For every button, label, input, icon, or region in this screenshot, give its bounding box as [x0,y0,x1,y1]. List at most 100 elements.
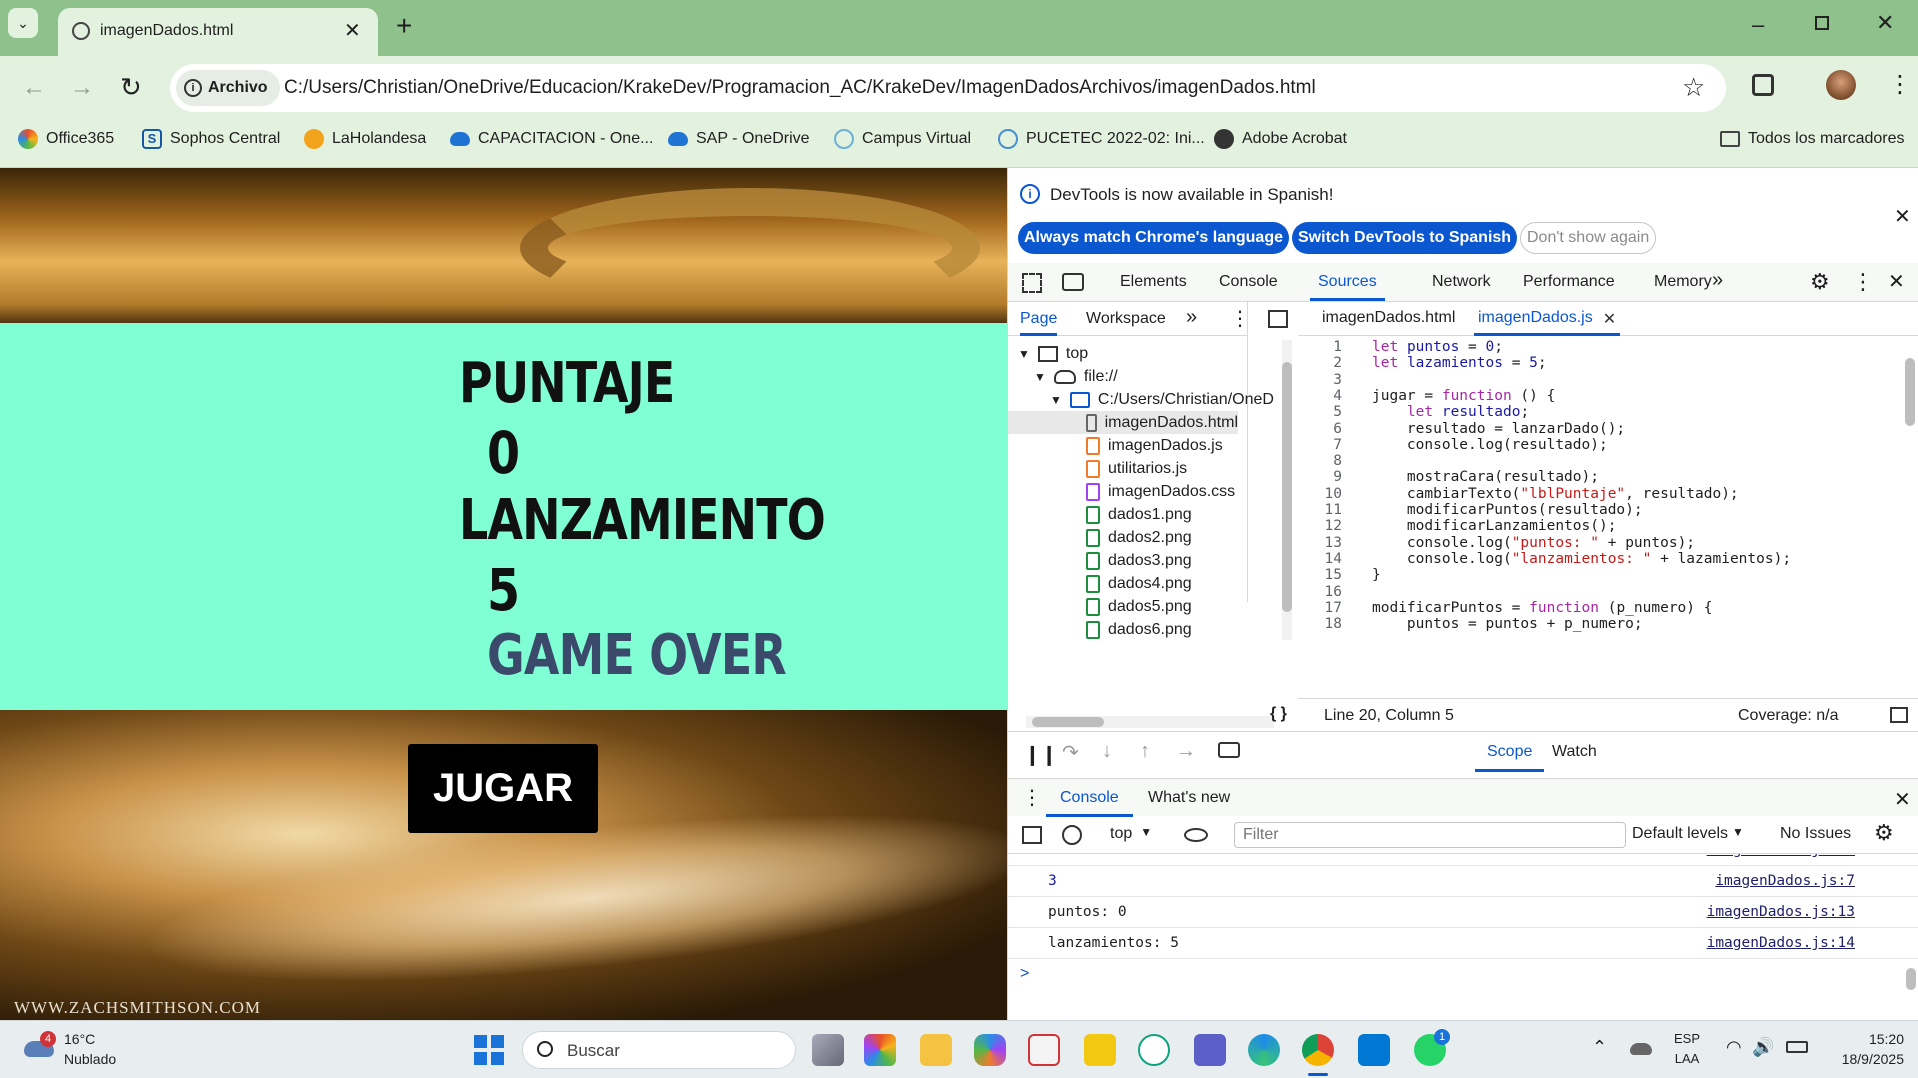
file-explorer-icon[interactable] [920,1034,952,1066]
bookmark-sap[interactable]: SAP - OneDrive [668,119,810,159]
pause-icon[interactable]: ❙❙ [1024,742,1058,767]
code-line[interactable]: 11 modificarPuntos(resultado); [1298,502,1898,518]
code-line[interactable]: 18 puntos = puntos + p_numero; [1298,616,1898,632]
line-number[interactable]: 3 [1298,372,1342,388]
editor-scrollbar[interactable] [1902,340,1918,696]
tree-file-dados1[interactable]: dados1.png [1086,503,1192,526]
code-line[interactable]: 17 modificarPuntos = function (p_numero) … [1298,600,1898,616]
taskbar-search[interactable]: Buscar [522,1031,796,1069]
console-filter-input[interactable] [1234,822,1626,848]
close-devtools-icon[interactable]: ✕ [1888,269,1905,294]
step-into-icon[interactable]: ↓ [1102,740,1112,763]
clock[interactable]: 15:20 18/9/2025 [1834,1029,1904,1069]
tab-performance[interactable]: Performance [1523,263,1615,301]
console-source-link[interactable]: imagenDados.js:7 [1715,873,1855,889]
tab-memory[interactable]: Memory [1654,263,1712,301]
tree-file-dados6[interactable]: dados6.png [1086,618,1192,641]
eye-icon[interactable] [1184,828,1208,842]
all-bookmarks[interactable]: Todos los marcadores [1720,119,1905,159]
drawer-menu-icon[interactable]: ⋮ [1022,785,1042,810]
clear-console-icon[interactable] [1062,825,1082,845]
always-match-language-button[interactable]: Always match Chrome's language [1018,222,1289,254]
line-number[interactable]: 6 [1298,421,1342,437]
edge-icon[interactable] [1248,1034,1280,1066]
line-number[interactable]: 11 [1298,502,1342,518]
minimize-button[interactable]: – [1752,12,1764,38]
line-number[interactable]: 12 [1298,518,1342,534]
issues-count[interactable]: No Issues [1780,825,1851,843]
language-indicator[interactable]: ESP LAA [1674,1029,1700,1069]
code-line[interactable]: 12 modificarLanzamientos(); [1298,518,1898,534]
copilot-icon[interactable] [974,1034,1006,1066]
bookmark-pucetec[interactable]: PUCETEC 2022-02: Ini... [998,119,1205,159]
m365-icon[interactable] [864,1034,896,1066]
console-scrollbar[interactable] [1904,858,1918,1018]
close-tab-icon[interactable]: ✕ [344,18,361,43]
tab-watch[interactable]: Watch [1552,732,1597,772]
jugar-button[interactable]: JUGAR [408,744,598,833]
line-number[interactable]: 8 [1298,453,1342,469]
tree-file-origin[interactable]: ▼ file:// [1034,365,1118,388]
code-editor[interactable]: 1 let puntos = 0; 2 let lazamientos = 5; 3 4 j… [1298,339,1910,695]
task-view-icon[interactable] [812,1034,844,1066]
editor-tab-html[interactable]: imagenDados.html [1322,309,1455,327]
code-line[interactable]: 4 jugar = function () { [1298,388,1898,404]
new-tab-button[interactable]: + [396,12,412,40]
navigator-hscroll[interactable] [1026,716,1274,728]
tree-file-dados3[interactable]: dados3.png [1086,549,1192,572]
tree-top[interactable]: ▼ top [1018,342,1088,365]
bookmark-office365[interactable]: Office365 [18,119,114,159]
console-output[interactable]: lanzamientos: 6 imagenDados.js:14 3 imagenD… [1008,854,1918,1020]
console-prompt[interactable]: > [1020,965,1029,983]
drawer-tab-console[interactable]: Console [1046,779,1133,817]
more-icon[interactable]: » [1186,306,1197,329]
log-levels-dropdown[interactable]: Default levels ▼ [1632,825,1744,843]
tab-console[interactable]: Console [1219,263,1278,301]
dont-show-again-button[interactable]: Don't show again [1520,222,1657,254]
teams-icon[interactable] [1194,1034,1226,1066]
tab-scope[interactable]: Scope [1475,732,1545,772]
tree-file-dados4[interactable]: dados4.png [1086,572,1192,595]
line-number[interactable]: 1 [1298,339,1342,355]
bookmark-star-icon[interactable]: ☆ [1682,72,1705,103]
drawer-tab-whats-new[interactable]: What's new [1148,779,1230,817]
tab-elements[interactable]: Elements [1120,263,1187,301]
power-bi-icon[interactable] [1084,1034,1116,1066]
dock-icon[interactable] [1890,707,1908,723]
close-drawer-icon[interactable]: ✕ [1894,787,1911,812]
line-number[interactable]: 9 [1298,469,1342,485]
restore-button[interactable] [1815,16,1829,30]
navigator-scrollbar[interactable] [1282,340,1292,640]
line-number[interactable]: 14 [1298,551,1342,567]
step-over-icon[interactable]: ↷ [1062,740,1079,765]
vscode-icon[interactable] [1358,1034,1390,1066]
wifi-icon[interactable]: ◠ [1726,1037,1742,1058]
code-line[interactable]: 6 resultado = lanzarDado(); [1298,421,1898,437]
tab-workspace[interactable]: Workspace [1086,302,1166,336]
line-number[interactable]: 4 [1298,388,1342,404]
forward-arrow-icon[interactable]: → [70,74,94,102]
code-line[interactable]: 10 cambiarTexto("lblPuntaje", resultado)… [1298,486,1898,502]
battery-icon[interactable] [1786,1041,1808,1053]
code-line[interactable]: 16 [1298,584,1898,600]
line-number[interactable]: 15 [1298,567,1342,583]
switch-to-spanish-button[interactable]: Switch DevTools to Spanish [1292,222,1518,254]
active-tab[interactable]: imagenDados.html ✕ [58,8,378,56]
console-source-link[interactable]: imagenDados.js:14 [1707,935,1855,951]
sidebar-toggle-icon[interactable] [1022,826,1042,844]
line-number[interactable]: 16 [1298,584,1342,600]
start-button-windows-icon[interactable] [474,1035,504,1065]
line-number[interactable]: 2 [1298,355,1342,371]
address-bar[interactable]: i Archivo C:/Users/Christian/OneDrive/Ed… [170,64,1726,112]
tab-sources[interactable]: Sources [1310,263,1385,301]
gear-icon[interactable]: ⚙ [1810,269,1830,295]
bookmark-campus-virtual[interactable]: Campus Virtual [834,119,971,159]
console-source-link[interactable]: imagenDados.js:14 [1707,854,1855,858]
console-settings-icon[interactable]: ⚙ [1874,820,1894,846]
code-line[interactable]: 3 [1298,372,1898,388]
close-infobar-icon[interactable]: ✕ [1894,204,1911,229]
tree-folder[interactable]: ▼ C:/Users/Christian/OneD [1050,388,1274,411]
close-icon[interactable]: ✕ [1603,309,1616,333]
avatar[interactable] [1826,70,1856,100]
onedrive-cloud-icon[interactable] [1630,1043,1652,1055]
